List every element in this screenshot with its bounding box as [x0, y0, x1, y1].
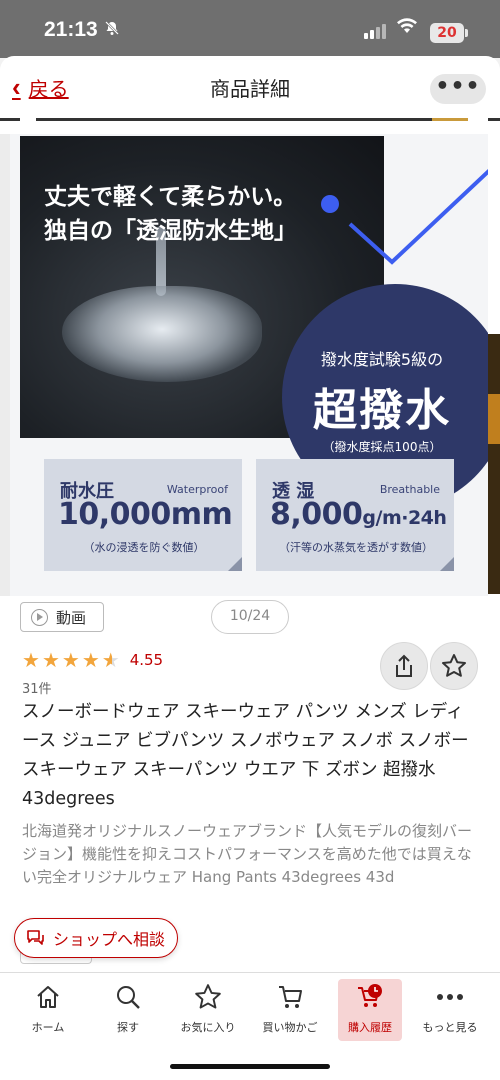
product-detail-sheet: ‹ 戻る 商品詳細 ••• 丈夫で軽くて柔らかい。 独自の「透湿防水生地」 撥水…: [0, 56, 500, 1080]
spec-waterproof-note: （水の浸透を防ぐ数値）: [83, 541, 205, 554]
status-bar: 21:13 20: [0, 0, 500, 58]
shop-consult-button[interactable]: ショップへ相談: [14, 918, 178, 958]
rating-score: 4.55: [129, 651, 164, 669]
spec-breathable-value-group: 8,000g/m·24h: [270, 497, 447, 532]
share-icon: [396, 654, 412, 677]
water-puddle: [62, 286, 262, 382]
product-description: 北海道発オリジナルスノーウェアブランド【人気モデルの復刻バージョン】機能性を抑え…: [22, 822, 473, 886]
star-full-icon: ★: [81, 648, 100, 672]
spec-breathable-unit: g/m·24h: [362, 507, 447, 529]
battery-icon: 20: [430, 23, 468, 43]
more-options-button[interactable]: •••: [430, 74, 486, 104]
badge-top-text: 撥水度試験5級の: [320, 350, 444, 369]
product-title: スノーボードウェア スキーウェア パンツ メンズ レディース ジュニア ビブパン…: [22, 702, 469, 809]
signal-icon: [364, 24, 386, 39]
nav-cart-label: 買い物かご: [262, 1021, 318, 1034]
chat-icon: [27, 930, 44, 945]
star-full-icon: ★: [61, 648, 80, 672]
wifi-icon: [396, 18, 418, 39]
rating[interactable]: ★ ★ ★ ★ ★ 4.55: [22, 650, 163, 670]
slide-headline-line2: 独自の「透湿防水生地」: [44, 218, 297, 244]
purchase-history-icon: [358, 984, 382, 1007]
image-carousel[interactable]: 丈夫で軽くて柔らかい。 独自の「透湿防水生地」 撥水度試験5級の 超撥水 （撥水…: [0, 134, 500, 596]
star-full-icon: ★: [41, 648, 60, 672]
slide-headline-line1: 丈夫で軽くて柔らかい。: [44, 184, 297, 210]
nav-more-label: もっと見る: [422, 1021, 478, 1034]
more-icon: [437, 994, 463, 1000]
previous-image-peek[interactable]: [0, 134, 10, 596]
header-divider: [0, 118, 500, 121]
spec-waterproof-en: Waterproof: [166, 483, 228, 496]
spec-breathable-value: 8,000: [270, 497, 363, 532]
spec-breathable: 透 湿 Breathable 8,000g/m·24h （汗等の水蒸気を透がす数…: [256, 459, 454, 571]
slide-headline: 丈夫で軽くて柔らかい。 独自の「透湿防水生地」: [44, 180, 297, 248]
nav-search-label: 探す: [117, 1021, 139, 1034]
badge-main-text: 超撥水: [313, 385, 451, 436]
image-counter: 10/24: [211, 600, 289, 634]
play-icon: [31, 608, 48, 626]
badge-note-text: （撥水度採点100点）: [322, 440, 442, 454]
nav-favorites[interactable]: お気に入り: [172, 979, 244, 1041]
spec-breathable-note: （汗等の水蒸気を透がす数値）: [279, 541, 433, 554]
next-image-peek[interactable]: [488, 334, 500, 594]
video-button[interactable]: 動画: [20, 602, 104, 632]
spec-waterproof: 耐水圧 Waterproof 10,000mm （水の浸透を防ぐ数値）: [44, 459, 242, 571]
nav-search[interactable]: 探す: [92, 979, 164, 1041]
nav-home-label: ホーム: [31, 1021, 65, 1034]
nav-home[interactable]: ホーム: [12, 979, 84, 1041]
favorite-button[interactable]: [430, 642, 478, 690]
share-button[interactable]: [380, 642, 428, 690]
bell-off-icon: [104, 20, 120, 41]
status-time: 21:13: [44, 18, 98, 41]
nav-cart[interactable]: 買い物かご: [254, 979, 326, 1041]
star-outline-icon: [442, 654, 466, 677]
cart-icon: [279, 986, 302, 1008]
home-indicator: [170, 1064, 330, 1069]
spec-breathable-en: Breathable: [379, 483, 440, 496]
home-icon: [37, 986, 59, 1008]
header: ‹ 戻る 商品詳細 •••: [0, 56, 500, 118]
star-half-icon: ★: [101, 648, 120, 672]
nav-more[interactable]: もっと見る: [414, 979, 486, 1041]
nav-favorites-label: お気に入り: [180, 1021, 236, 1034]
product-image[interactable]: 丈夫で軽くて柔らかい。 独自の「透湿防水生地」 撥水度試験5級の 超撥水 （撥水…: [10, 134, 488, 596]
page-title: 商品詳細: [210, 78, 290, 101]
search-icon: [117, 986, 140, 1009]
star-full-icon: ★: [22, 648, 40, 672]
back-label: 戻る: [28, 79, 69, 101]
status-time-group: 21:13: [44, 18, 120, 42]
nav-purchase-history[interactable]: 購入履歴: [338, 979, 402, 1041]
video-label: 動画: [56, 608, 87, 627]
shop-consult-label: ショップへ相談: [53, 930, 166, 949]
spec-waterproof-value: 10,000mm: [58, 497, 233, 532]
review-count[interactable]: 31件: [22, 678, 52, 697]
battery-level: 20: [437, 25, 457, 41]
nav-purchase-history-label: 購入履歴: [348, 1021, 392, 1034]
chevron-left-icon: ‹: [12, 72, 21, 102]
back-button[interactable]: ‹ 戻る: [12, 72, 69, 103]
star-icon: [195, 984, 221, 1009]
